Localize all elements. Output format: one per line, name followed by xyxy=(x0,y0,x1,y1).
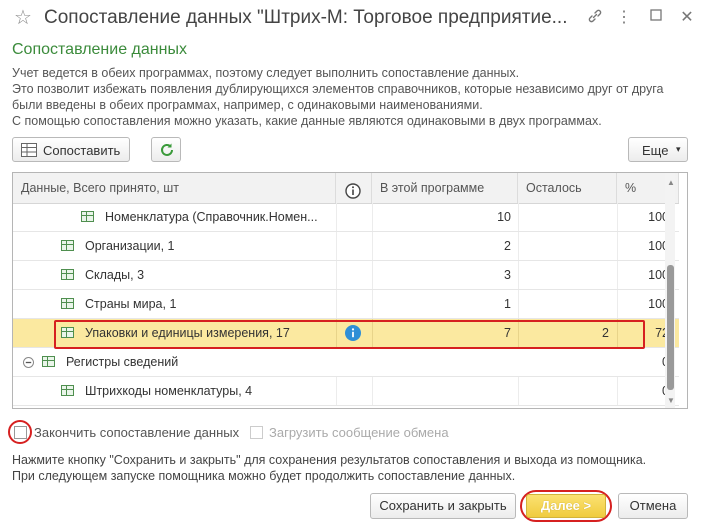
row-percent: 0 xyxy=(617,348,669,376)
table-icon xyxy=(61,240,74,251)
row-label: Склады, 3 xyxy=(85,268,145,282)
column-header-data[interactable]: Данные, Всего принято, шт xyxy=(13,173,336,203)
more-vertical-icon[interactable]: ⋮ xyxy=(614,8,634,28)
table-row[interactable]: Страны мира, 1 1 100 xyxy=(13,290,679,319)
table-icon xyxy=(61,269,74,280)
row-in-program: 1 xyxy=(504,297,511,311)
row-percent: 100 xyxy=(648,239,669,253)
description-line: Это позволит избежать появления дублирую… xyxy=(12,82,664,96)
table-row[interactable]: Организации, 1 2 100 xyxy=(13,232,679,261)
footer-note-line: При следующем запуске помощника можно бу… xyxy=(12,469,516,483)
table-icon xyxy=(61,385,74,396)
row-in-program: 3 xyxy=(504,268,511,282)
table-row[interactable]: Номенклатура (Справочник.Номен... 10 100 xyxy=(13,203,679,232)
row-label: Регистры сведений xyxy=(66,355,179,369)
collapse-icon[interactable] xyxy=(23,356,34,371)
description-line: Учет ведется в обеих программах, поэтому… xyxy=(12,66,520,80)
row-label: Номенклатура (Справочник.Номен... xyxy=(105,210,318,224)
save-close-button[interactable]: Сохранить и закрыть xyxy=(370,493,516,519)
row-percent: 100 xyxy=(648,268,669,282)
link-icon[interactable] xyxy=(585,8,605,28)
refresh-button[interactable] xyxy=(151,137,181,162)
next-button-label: Далее > xyxy=(540,498,592,513)
table-icon xyxy=(42,356,55,367)
row-label: Страны мира, 1 xyxy=(85,297,177,311)
refresh-icon xyxy=(159,142,175,161)
row-label: Штрихкоды номенклатуры, 4 xyxy=(85,384,253,398)
star-icon[interactable]: ☆ xyxy=(14,6,32,30)
row-label: Организации, 1 xyxy=(85,239,175,253)
footer-note-line: Нажмите кнопку "Сохранить и закрыть" для… xyxy=(12,453,647,467)
table-icon xyxy=(21,143,37,160)
table-header: Данные, Всего принято, шт В этой програм… xyxy=(13,173,679,204)
cancel-label: Отмена xyxy=(629,498,677,513)
column-header-info[interactable] xyxy=(336,173,372,203)
maximize-icon[interactable] xyxy=(646,8,666,28)
description-line: С помощью сопоставления можно указать, к… xyxy=(12,114,602,128)
load-message-checkbox[interactable] xyxy=(250,426,263,439)
table-icon xyxy=(61,298,74,309)
row-in-program: 2 xyxy=(504,239,511,253)
scroll-down-icon[interactable]: ▼ xyxy=(667,396,675,405)
finish-matching-label: Закончить сопоставление данных xyxy=(34,425,240,440)
table-row[interactable]: Штрихкоды номенклатуры, 4 0 xyxy=(13,377,679,406)
row-percent: 100 xyxy=(648,210,669,224)
table-row[interactable]: Регистры сведений 0 xyxy=(13,348,679,377)
page-title: Сопоставление данных xyxy=(12,41,187,58)
cancel-button[interactable]: Отмена xyxy=(618,493,688,519)
description-line: были введены в обеих программах, наприме… xyxy=(12,98,483,112)
table-row[interactable]: Склады, 3 3 100 xyxy=(13,261,679,290)
match-button-label: Сопоставить xyxy=(43,143,121,158)
save-close-label: Сохранить и закрыть xyxy=(379,498,507,513)
highlight-frame xyxy=(54,320,645,349)
next-button[interactable]: Далее > xyxy=(526,494,606,518)
row-in-program: 10 xyxy=(497,210,511,224)
row-percent: 100 xyxy=(648,297,669,311)
finish-matching-checkbox[interactable] xyxy=(14,426,27,439)
load-message-label: Загрузить сообщение обмена xyxy=(269,425,449,440)
window-title: Сопоставление данных "Штрих-М: Торговое … xyxy=(44,7,568,28)
chevron-down-icon: ▾ xyxy=(676,144,681,154)
scrollbar-thumb[interactable] xyxy=(667,265,674,390)
scroll-up-icon[interactable]: ▲ xyxy=(667,178,675,187)
table-icon xyxy=(81,211,94,222)
column-header-in-program[interactable]: В этой программе xyxy=(372,173,518,203)
row-percent: 0 xyxy=(617,377,669,405)
close-icon[interactable]: ✕ xyxy=(677,8,697,28)
title-bar: ☆ Сопоставление данных "Штрих-М: Торгово… xyxy=(0,0,702,36)
more-button-label: Еще xyxy=(642,143,669,158)
more-button[interactable]: Еще ▾ xyxy=(628,137,688,162)
match-button[interactable]: Сопоставить xyxy=(12,137,130,162)
column-header-remaining[interactable]: Осталось xyxy=(518,173,617,203)
matching-table: Данные, Всего принято, шт В этой програм… xyxy=(12,172,688,409)
